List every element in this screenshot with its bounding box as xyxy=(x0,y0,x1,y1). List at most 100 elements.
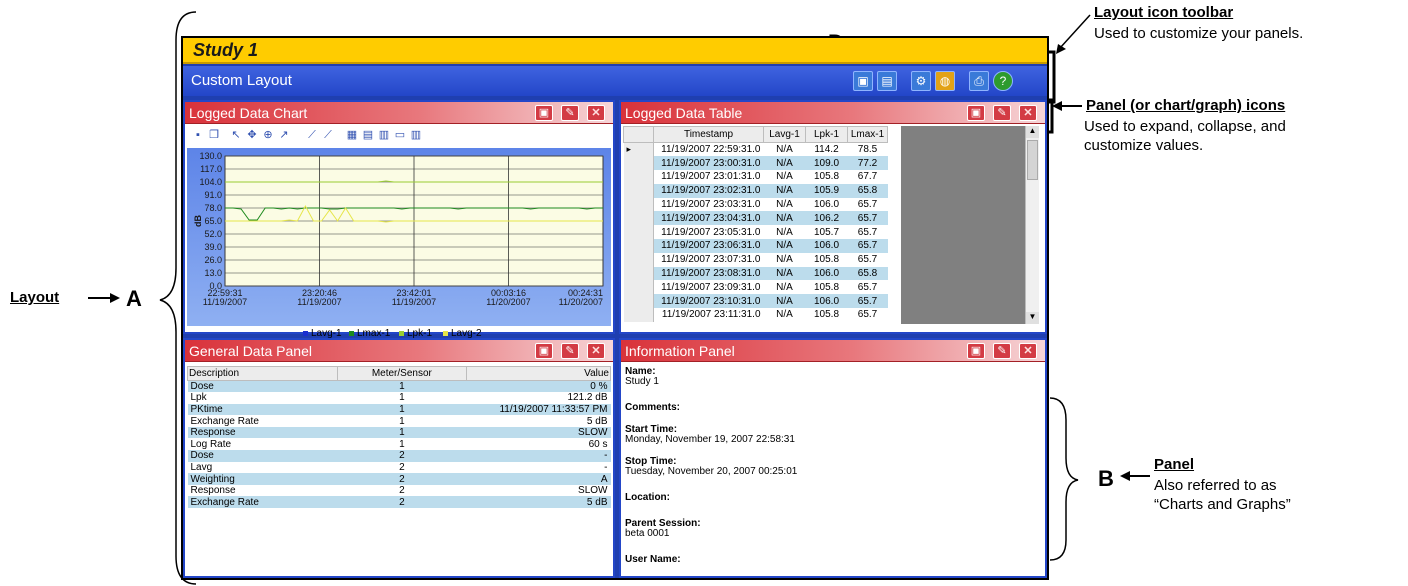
row-gutter[interactable] xyxy=(623,239,654,253)
table-scrollbar[interactable]: ▲ ▼ xyxy=(1025,126,1039,324)
customize-icon[interactable]: ✎ xyxy=(993,105,1011,121)
table-row[interactable]: Dose 2- xyxy=(187,450,611,462)
scroll-down-icon[interactable]: ▼ xyxy=(1026,312,1039,324)
table-row[interactable]: 11/19/2007 23:11:31.0 N/A 105.8 65.7 xyxy=(623,308,888,322)
save-icon[interactable]: ▪ xyxy=(191,128,205,142)
table-row[interactable]: Exchange Rate 2 5 dB xyxy=(187,496,611,509)
x-tick-date: 11/20/2007 xyxy=(559,297,603,307)
lock-icon[interactable]: ◍ xyxy=(935,71,955,91)
expand-icon[interactable]: ▣ xyxy=(967,105,985,121)
table-row[interactable]: 11/19/2007 23:05:31.0 N/A 105.7 65.7 xyxy=(623,225,888,240)
table-row[interactable]: Lpk 1 121.2 dB xyxy=(188,392,611,404)
expand-icon[interactable]: ▣ xyxy=(535,105,553,121)
row-gutter[interactable] xyxy=(623,170,654,184)
scroll-up-icon[interactable]: ▲ xyxy=(1026,126,1039,138)
grid-icon[interactable]: ▦ xyxy=(345,128,359,142)
row-gutter[interactable] xyxy=(623,266,654,281)
export-icon[interactable]: ▭ xyxy=(393,128,407,142)
row-gutter[interactable] xyxy=(623,252,654,267)
table-row[interactable]: 11/19/2007 23:00:31.0 N/A 109.0 77.2 xyxy=(623,156,888,171)
logged-data-chart-panel: Logged Data Chart ▣ ✎ ✕ ▪ ❐ ↖ ✥ ⊕ ↗ ⟋ ⟋ … xyxy=(183,100,615,339)
chart-line-icon[interactable]: ⟋ xyxy=(305,128,319,142)
annotation-toolbar-desc: Used to customize your panels. xyxy=(1094,25,1304,42)
print-icon[interactable]: ⎙ xyxy=(969,71,989,91)
table-cell: Exchange Rate xyxy=(187,496,338,509)
table-row[interactable]: 11/19/2007 23:06:31.0 N/A 106.0 65.7 xyxy=(623,239,888,253)
table-cell: 105.7 xyxy=(813,226,840,238)
y-tick-label: 52.0 xyxy=(204,229,222,239)
row-gutter[interactable] xyxy=(623,294,654,309)
zoom-icon[interactable]: ⊕ xyxy=(261,128,275,142)
pan-icon[interactable]: ✥ xyxy=(245,128,259,142)
table-row[interactable]: 11/19/2007 23:02:31.0 N/A 105.9 65.8 xyxy=(623,183,888,198)
cursor-icon[interactable]: ↗ xyxy=(277,128,291,142)
annotation-panel-icons-title: Panel (or chart/graph) icons xyxy=(1086,97,1286,114)
close-icon[interactable]: ✕ xyxy=(587,105,605,121)
row-gutter[interactable] xyxy=(623,308,654,322)
column-header[interactable]: Value xyxy=(466,366,611,381)
x-tick-date: 11/20/2007 xyxy=(486,297,530,307)
pointer-icon[interactable]: ↖ xyxy=(229,128,243,142)
table-row[interactable]: Exchange Rate 1 5 dB xyxy=(188,415,611,427)
table-cell: 11/19/2007 23:01:31.0 xyxy=(661,171,761,183)
column-header[interactable]: Lpk-1 xyxy=(805,126,848,143)
table-row[interactable]: Dose 1 0 % xyxy=(187,380,611,393)
table-row[interactable]: Response 2 SLOW xyxy=(188,485,611,497)
table-row[interactable]: 11/19/2007 23:10:31.0 N/A 106.0 65.7 xyxy=(623,294,888,309)
close-icon[interactable]: ✕ xyxy=(1019,343,1037,359)
column-header[interactable]: Lmax-1 xyxy=(847,126,888,143)
bar-chart-icon[interactable]: ▥ xyxy=(409,128,423,142)
table-cell: 106.0 xyxy=(805,239,848,253)
table-cell: N/A xyxy=(776,199,793,211)
expand-icon[interactable]: ▣ xyxy=(535,343,553,359)
table-row[interactable]: Weighting 2 A xyxy=(187,473,611,485)
table-row[interactable]: 11/19/2007 23:08:31.0 N/A 106.0 65.8 xyxy=(623,266,888,281)
column-header[interactable]: Lavg-1 xyxy=(763,126,806,143)
table-icon[interactable]: ▤ xyxy=(361,128,375,142)
add-panel-icon[interactable]: ▣ xyxy=(853,71,873,91)
table-row[interactable]: 11/19/2007 23:09:31.0 N/A 105.8 65.7 xyxy=(623,280,888,295)
column-header[interactable]: Timestamp xyxy=(653,126,764,143)
settings-icon[interactable]: ⚙ xyxy=(911,71,931,91)
copy-icon[interactable]: ❐ xyxy=(207,128,221,142)
chart-area-icon[interactable]: ⟋ xyxy=(321,128,335,142)
row-gutter[interactable] xyxy=(623,211,654,226)
row-gutter[interactable] xyxy=(623,183,654,198)
table-row[interactable]: 11/19/2007 23:07:31.0 N/A 105.8 65.7 xyxy=(623,252,888,267)
table-cell: 65.7 xyxy=(857,309,878,321)
annotation-layout-label: Layout xyxy=(10,289,60,306)
table-cell: 11/19/2007 23:04:31.0 xyxy=(653,211,764,226)
panel-header: Logged Data Table ▣ ✎ ✕ xyxy=(621,102,1045,124)
table-cell: 65.7 xyxy=(857,226,878,238)
table-row[interactable]: Response 1 SLOW xyxy=(187,426,611,439)
help-icon[interactable]: ? xyxy=(993,71,1013,91)
table-cell: 65.7 xyxy=(857,254,878,266)
table-row[interactable]: ▸ 11/19/2007 22:59:31.0 N/A 114.2 78.5 xyxy=(623,142,888,157)
table-row[interactable]: 11/19/2007 23:01:31.0 N/A 105.8 67.7 xyxy=(623,170,888,184)
legend-icon[interactable]: ▥ xyxy=(377,128,391,142)
layout-icon[interactable]: ▤ xyxy=(877,71,897,91)
table-row[interactable]: Lavg 2 - xyxy=(188,462,611,474)
table-cell: 65.8 xyxy=(847,183,888,198)
table-row[interactable]: PKtime 1 11/19/2007 11:33:57 PM xyxy=(187,403,611,416)
table-row[interactable]: 11/19/2007 23:04:31.0 N/A 106.2 65.7 xyxy=(623,211,888,226)
row-gutter[interactable] xyxy=(623,225,654,240)
expand-icon[interactable]: ▣ xyxy=(967,343,985,359)
close-icon[interactable]: ✕ xyxy=(1019,105,1037,121)
row-gutter[interactable] xyxy=(623,156,654,171)
annotation-a-letter: A xyxy=(126,286,142,311)
column-header[interactable]: Description xyxy=(187,366,338,381)
table-cell: 65.8 xyxy=(847,266,888,281)
table-row[interactable]: Log Rate 1 60 s xyxy=(188,438,611,450)
customize-icon[interactable]: ✎ xyxy=(561,105,579,121)
scroll-thumb[interactable] xyxy=(1027,140,1038,180)
customize-icon[interactable]: ✎ xyxy=(993,343,1011,359)
column-header[interactable]: Meter/Sensor xyxy=(336,366,468,381)
table-cell: 60 s xyxy=(588,438,608,450)
customize-icon[interactable]: ✎ xyxy=(561,343,579,359)
row-gutter[interactable]: ▸ xyxy=(623,142,654,157)
row-gutter[interactable] xyxy=(623,197,654,212)
close-icon[interactable]: ✕ xyxy=(587,343,605,359)
row-gutter[interactable] xyxy=(623,280,654,295)
table-row[interactable]: 11/19/2007 23:03:31.0 N/A 106.0 65.7 xyxy=(623,197,888,212)
